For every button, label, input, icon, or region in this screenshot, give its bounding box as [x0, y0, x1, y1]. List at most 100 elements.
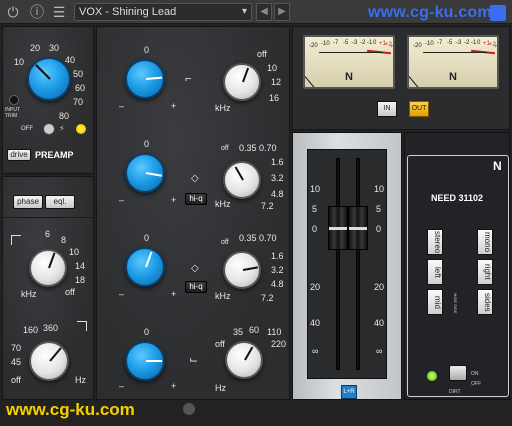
band3-hiq-button[interactable]: hi-q	[185, 281, 207, 293]
meter-arc	[319, 52, 383, 53]
band4-freq-off: off	[215, 339, 225, 349]
knob-indicator	[49, 347, 62, 362]
meter-scale-n7: -7	[333, 40, 339, 46]
meter-needle	[409, 62, 420, 87]
highpass-knob[interactable]	[29, 341, 69, 381]
band4-freq-110: 110	[267, 327, 282, 337]
band3-gain-zero: 0	[144, 233, 150, 243]
fader-panel: 10 5 0 20 40 ∞ 10 5 0 20 40 ∞ L+R	[292, 132, 402, 400]
band3-freq-unit: kHz	[215, 291, 231, 301]
band2-freq-off: off	[221, 145, 229, 152]
info-icon[interactable]: ⓘ	[28, 3, 46, 21]
drive-button[interactable]: drive	[7, 149, 31, 161]
arrow-right-icon[interactable]: ▶	[274, 3, 290, 21]
band4-freq-knob[interactable]	[225, 341, 263, 379]
eql-button[interactable]: eql.	[45, 195, 75, 209]
meter-scale-n3: -3	[456, 40, 462, 46]
band3-gain-knob[interactable]	[125, 247, 165, 287]
preamp-scale-80: 80	[59, 111, 70, 121]
mono-button[interactable]: mono	[477, 229, 493, 255]
minus-icon: –	[119, 381, 125, 391]
lowpass-scale-off: off	[65, 287, 75, 297]
band1-freq-unit: kHz	[215, 103, 231, 113]
preset-selector[interactable]: VOX - Shining Lead ▾	[74, 3, 252, 21]
band2-freq-knob[interactable]	[223, 161, 261, 199]
band2-gain-zero: 0	[144, 139, 150, 149]
fader-left[interactable]	[328, 206, 348, 250]
band2-freq-32: 3.2	[271, 173, 284, 183]
bus-logo: N	[493, 159, 502, 173]
preamp-gain-knob[interactable]	[27, 57, 71, 101]
band3-freq-070: 0.70	[259, 233, 277, 243]
watermark-text: www.cg-ku.com	[368, 4, 492, 21]
preamp-scale-50: 50	[73, 69, 84, 79]
preamp-mode-switch[interactable]	[43, 123, 55, 135]
highpass-scale-off: off	[11, 375, 21, 385]
band2-freq-unit: kHz	[215, 199, 231, 209]
fader-scale-0: 0	[376, 224, 382, 234]
preamp-led	[76, 124, 86, 134]
plus-icon: +	[171, 101, 177, 111]
band1-gain-knob[interactable]	[125, 59, 165, 99]
band1-freq-knob[interactable]	[223, 63, 261, 101]
band2-gain-knob[interactable]	[125, 153, 165, 193]
settings-sliders-icon[interactable]: ☰	[50, 3, 68, 21]
highpass-scale-360: 360	[43, 323, 59, 333]
band4-gain-knob[interactable]	[125, 341, 165, 381]
low-shelf-icon: ⌙	[189, 354, 199, 366]
vu-meter-right: -20 -10 -7 -5 -3 -2 -1 0 +1 +2 +3 N	[407, 35, 499, 89]
fader-scale-20: 20	[374, 282, 385, 292]
band1-freq-off: off	[257, 49, 267, 59]
link-button[interactable]: L+R	[341, 385, 357, 399]
lowpass-knob[interactable]	[29, 249, 67, 287]
minus-icon: –	[119, 289, 125, 299]
arrow-left-icon[interactable]: ◀	[256, 3, 272, 21]
input-trim-knob[interactable]	[9, 95, 19, 105]
fader-well: 10 5 0 20 40 ∞ 10 5 0 20 40 ∞	[307, 149, 387, 379]
band3-freq-035: 0.35	[239, 233, 257, 243]
dirt-toggle[interactable]	[449, 365, 467, 381]
watermark-text: www.cg-ku.com	[6, 400, 135, 419]
band1-freq-16: 16	[269, 93, 280, 103]
in-button[interactable]: IN	[377, 101, 397, 117]
band2-freq-070: 0.70	[259, 143, 277, 153]
mid-button[interactable]: mid	[427, 289, 443, 315]
out-button[interactable]: OUT	[409, 101, 429, 117]
band1-freq-10: 10	[267, 63, 278, 73]
chevron-down-icon: ▾	[241, 6, 247, 17]
stereo-button[interactable]: stereo	[427, 229, 443, 255]
meter-scale-n7: -7	[437, 40, 443, 46]
power-icon[interactable]: ⏻	[4, 3, 22, 21]
knob-indicator	[146, 360, 162, 362]
sides-button[interactable]: sides	[477, 289, 493, 315]
knob-indicator	[145, 251, 153, 268]
band3-freq-knob[interactable]	[223, 251, 261, 289]
fader-scale-0: 0	[312, 224, 318, 234]
preamp-panel: 10 20 30 40 50 60 70 80 INPUT TRIM OFF ⚡…	[2, 26, 94, 174]
preamp-scale-60: 60	[75, 83, 86, 93]
input-trim-label: INPUT TRIM	[5, 107, 20, 119]
knob-indicator	[145, 76, 163, 80]
meter-scale-n10: -10	[425, 41, 434, 47]
plus-icon: +	[171, 195, 177, 205]
bell-icon: ◇	[191, 173, 199, 184]
preset-name: VOX - Shining Lead	[79, 6, 177, 18]
phase-button[interactable]: phase	[13, 195, 43, 209]
preamp-label: PREAMP	[35, 150, 74, 160]
screw-icon	[183, 403, 195, 415]
window-button[interactable]	[490, 5, 506, 21]
high-shelf-icon: ⌐	[185, 73, 192, 85]
meter-scale-0: 0	[373, 40, 377, 46]
left-button[interactable]: left	[427, 259, 443, 285]
minus-icon: –	[119, 101, 125, 111]
dirt-label: DIRT	[449, 389, 461, 395]
vu-meter-left: -20 -10 -7 -5 -3 -2 -1 0 +1 +2 +3 N	[303, 35, 395, 89]
band4-freq-unit: Hz	[215, 383, 226, 393]
fader-track-left	[336, 158, 340, 370]
fader-scale-inf: ∞	[312, 346, 319, 356]
band2-hiq-button[interactable]: hi-q	[185, 193, 207, 205]
meter-scale-n3: -3	[352, 40, 358, 46]
meter-logo: N	[449, 71, 457, 83]
right-button[interactable]: right	[477, 259, 493, 285]
fader-right[interactable]	[348, 206, 368, 250]
